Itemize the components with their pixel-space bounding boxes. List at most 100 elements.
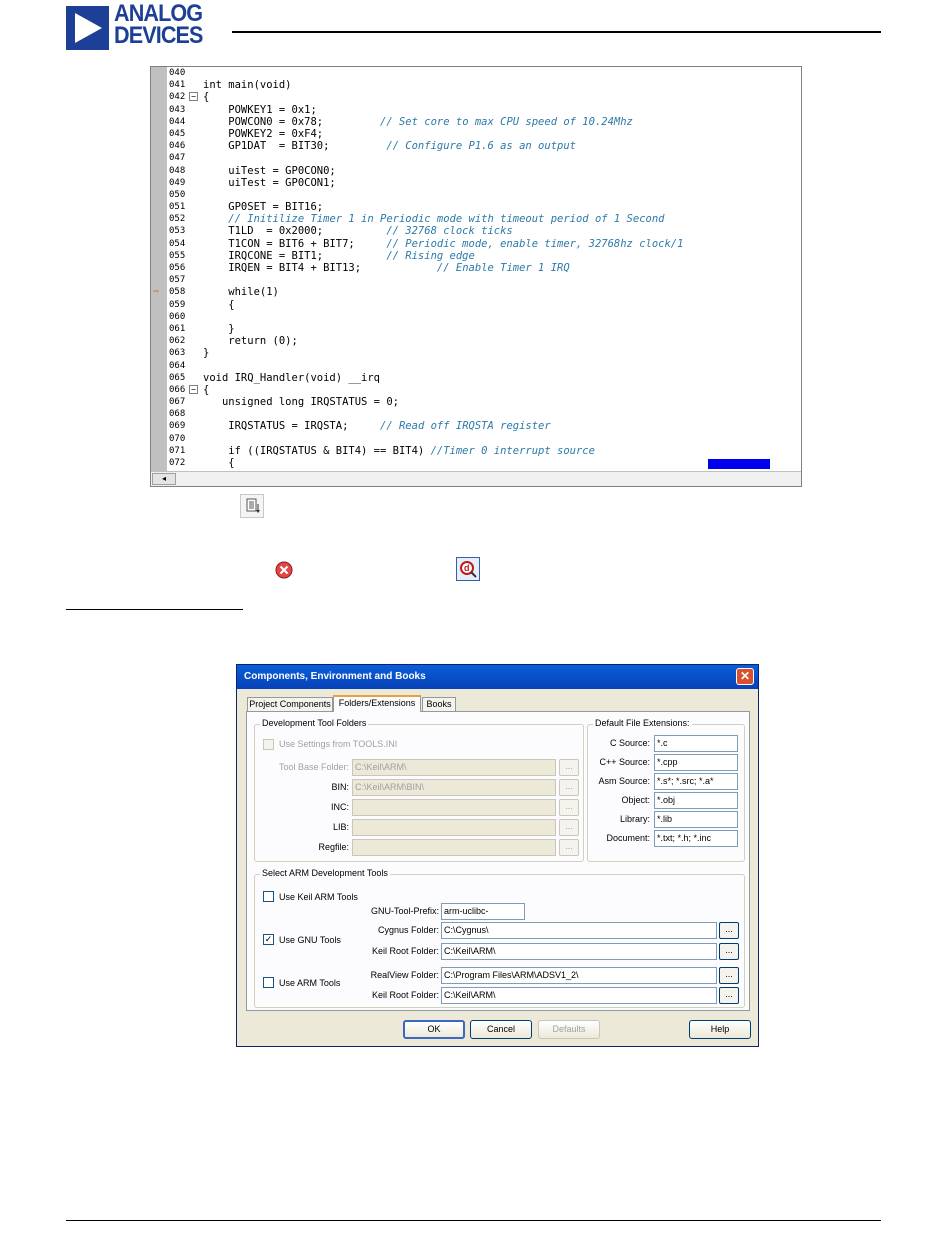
- code-editor[interactable]: 040 041 int main(void) 042−{043 POWKEY1 = 0…: [150, 66, 802, 487]
- horizontal-scrollbar[interactable]: ◂: [151, 471, 801, 486]
- code-line[interactable]: 044 POWCON0 = 0x78; // Set core to max C…: [151, 115, 801, 128]
- line-number: 058: [169, 287, 186, 298]
- tab-folders-extensions[interactable]: Folders/Extensions: [333, 695, 421, 712]
- bin-field[interactable]: C:\Keil\ARM\BIN\: [352, 779, 556, 796]
- code-line[interactable]: 045 POWKEY2 = 0xF4;: [151, 128, 801, 140]
- keil-root-2-browse-button[interactable]: ...: [719, 987, 739, 1004]
- regfile-browse-button[interactable]: ...: [559, 839, 579, 856]
- line-number: 049: [169, 177, 186, 188]
- code-line[interactable]: 041 int main(void): [151, 79, 801, 91]
- code-text: IRQEN = BIT4 + BIT13; // Enable Timer 1 …: [203, 262, 569, 274]
- code-statement: IRQSTATUS = IRQSTA;: [203, 420, 381, 433]
- code-line[interactable]: 061 }: [151, 323, 801, 335]
- code-line[interactable]: ⇨ 058 while(1): [151, 286, 801, 298]
- code-line[interactable]: 064: [151, 360, 801, 372]
- code-comment: // 32768 clock ticks: [386, 225, 513, 238]
- code-line[interactable]: 046 GP1DAT = BIT30; // Configure P1.6 as…: [151, 140, 801, 152]
- code-line[interactable]: 063}: [151, 347, 801, 359]
- tool-base-browse-button[interactable]: ...: [559, 759, 579, 776]
- inc-field[interactable]: [352, 799, 556, 816]
- code-line[interactable]: 049 uiTest = GP0CON1;: [151, 177, 801, 189]
- code-line[interactable]: 042−{: [151, 91, 801, 103]
- line-number: 072: [169, 458, 186, 468]
- regfile-field[interactable]: [352, 839, 556, 856]
- code-line[interactable]: 043 POWKEY1 = 0x1;: [151, 104, 801, 116]
- code-line[interactable]: 054 T1CON = BIT6 + BIT7; // Periodic mod…: [151, 238, 801, 250]
- tab-project-components[interactable]: Project Components: [247, 697, 333, 712]
- code-line[interactable]: 059 {: [151, 299, 801, 311]
- code-line[interactable]: 047: [151, 152, 801, 164]
- logo-line-2: DEVICES: [114, 22, 203, 49]
- use-arm-tools-checkbox[interactable]: [263, 977, 274, 988]
- use-settings-checkbox[interactable]: [263, 739, 274, 750]
- code-text: IRQCONE = BIT1; // Rising edge: [203, 250, 475, 262]
- cpp-source-field[interactable]: *.cpp: [654, 754, 738, 771]
- object-field[interactable]: *.obj: [654, 792, 738, 809]
- code-line[interactable]: 067 unsigned long IRQSTATUS = 0;: [151, 396, 801, 408]
- tool-base-folder-field[interactable]: C:\Keil\ARM\: [352, 759, 556, 776]
- code-text: // Initilize Timer 1 in Periodic mode wi…: [203, 213, 664, 225]
- code-line[interactable]: 053 T1LD = 0x2000; // 32768 clock ticks: [151, 225, 801, 238]
- code-line[interactable]: 071 if ((IRQSTATUS & BIT4) == BIT4) //Ti…: [151, 445, 801, 457]
- fold-toggle-icon[interactable]: −: [189, 92, 198, 102]
- code-comment: // Read off IRQSTA register: [380, 420, 551, 433]
- fold-toggle-icon[interactable]: −: [189, 384, 198, 394]
- gnu-prefix-field[interactable]: arm-uclibc-: [441, 903, 525, 920]
- code-line[interactable]: 069 IRQSTATUS = IRQSTA; // Read off IRQS…: [151, 420, 801, 433]
- line-number: 048: [169, 165, 186, 176]
- realview-folder-field[interactable]: C:\Program Files\ARM\ADSV1_2\: [441, 967, 717, 984]
- dev-tool-folders-group: Development Tool Folders Use Settings fr…: [254, 718, 584, 862]
- realview-browse-button[interactable]: ...: [719, 967, 739, 984]
- bin-browse-button[interactable]: ...: [559, 779, 579, 796]
- library-field[interactable]: *.lib: [654, 811, 738, 828]
- code-line[interactable]: 051 GP0SET = BIT16;: [151, 201, 801, 213]
- code-line[interactable]: 072 {: [151, 457, 801, 469]
- code-line[interactable]: 048 uiTest = GP0CON0;: [151, 165, 801, 177]
- code-line[interactable]: 056 IRQEN = BIT4 + BIT13; // Enable Time…: [151, 262, 801, 274]
- line-number: 045: [169, 128, 186, 139]
- lib-field[interactable]: [352, 819, 556, 836]
- list-icon[interactable]: [240, 494, 264, 518]
- document-field[interactable]: *.txt; *.h; *.inc: [654, 830, 738, 847]
- ok-button[interactable]: OK: [403, 1020, 465, 1039]
- code-line[interactable]: 052 // Initilize Timer 1 in Periodic mod…: [151, 213, 801, 225]
- line-number: 043: [169, 104, 186, 115]
- code-text: T1LD = 0x2000; // 32768 clock ticks: [203, 225, 513, 238]
- c-source-field[interactable]: *.c: [654, 735, 738, 752]
- lib-browse-button[interactable]: ...: [559, 819, 579, 836]
- code-line[interactable]: 066−{: [151, 384, 801, 396]
- use-keil-tools-checkbox[interactable]: [263, 891, 274, 902]
- code-line[interactable]: 060: [151, 311, 801, 323]
- scroll-left-button[interactable]: ◂: [152, 473, 176, 485]
- code-statement: T1LD = 0x2000;: [203, 225, 387, 238]
- code-line[interactable]: 055 IRQCONE = BIT1; // Rising edge: [151, 250, 801, 262]
- logo-wordmark: ANALOG DEVICES: [114, 2, 203, 49]
- asm-source-field[interactable]: *.s*; *.src; *.a*: [654, 773, 738, 790]
- stop-icon[interactable]: [272, 558, 296, 582]
- debug-icon[interactable]: d: [456, 557, 480, 581]
- line-number: 061: [169, 323, 186, 334]
- cygnus-browse-button[interactable]: ...: [719, 922, 739, 939]
- cancel-button[interactable]: Cancel: [470, 1020, 532, 1039]
- code-line[interactable]: 040: [151, 67, 801, 79]
- code-line[interactable]: 068: [151, 408, 801, 420]
- close-button[interactable]: ✕: [736, 668, 754, 685]
- code-statement: POWCON0 = 0x78;: [203, 115, 381, 128]
- help-button[interactable]: Help: [689, 1020, 751, 1039]
- keil-root-folder-2-field[interactable]: C:\Keil\ARM\: [441, 987, 717, 1004]
- use-gnu-tools-checkbox[interactable]: ✓: [263, 934, 274, 945]
- line-number: 067: [169, 397, 186, 408]
- tab-books[interactable]: Books: [422, 697, 456, 712]
- code-line[interactable]: 050: [151, 189, 801, 201]
- code-line[interactable]: 070: [151, 433, 801, 445]
- dialog-titlebar[interactable]: Components, Environment and Books ✕: [237, 665, 758, 689]
- code-line[interactable]: 065 void IRQ_Handler(void) __irq: [151, 372, 801, 384]
- code-line[interactable]: 062 return (0);: [151, 335, 801, 347]
- defaults-button[interactable]: Defaults: [538, 1020, 600, 1039]
- code-line[interactable]: 057: [151, 274, 801, 286]
- inc-browse-button[interactable]: ...: [559, 799, 579, 816]
- keil-root-browse-button[interactable]: ...: [719, 943, 739, 960]
- code-text: if ((IRQSTATUS & BIT4) == BIT4) //Timer …: [203, 445, 595, 457]
- keil-root-folder-field[interactable]: C:\Keil\ARM\: [441, 943, 717, 960]
- cygnus-folder-field[interactable]: C:\Cygnus\: [441, 922, 717, 939]
